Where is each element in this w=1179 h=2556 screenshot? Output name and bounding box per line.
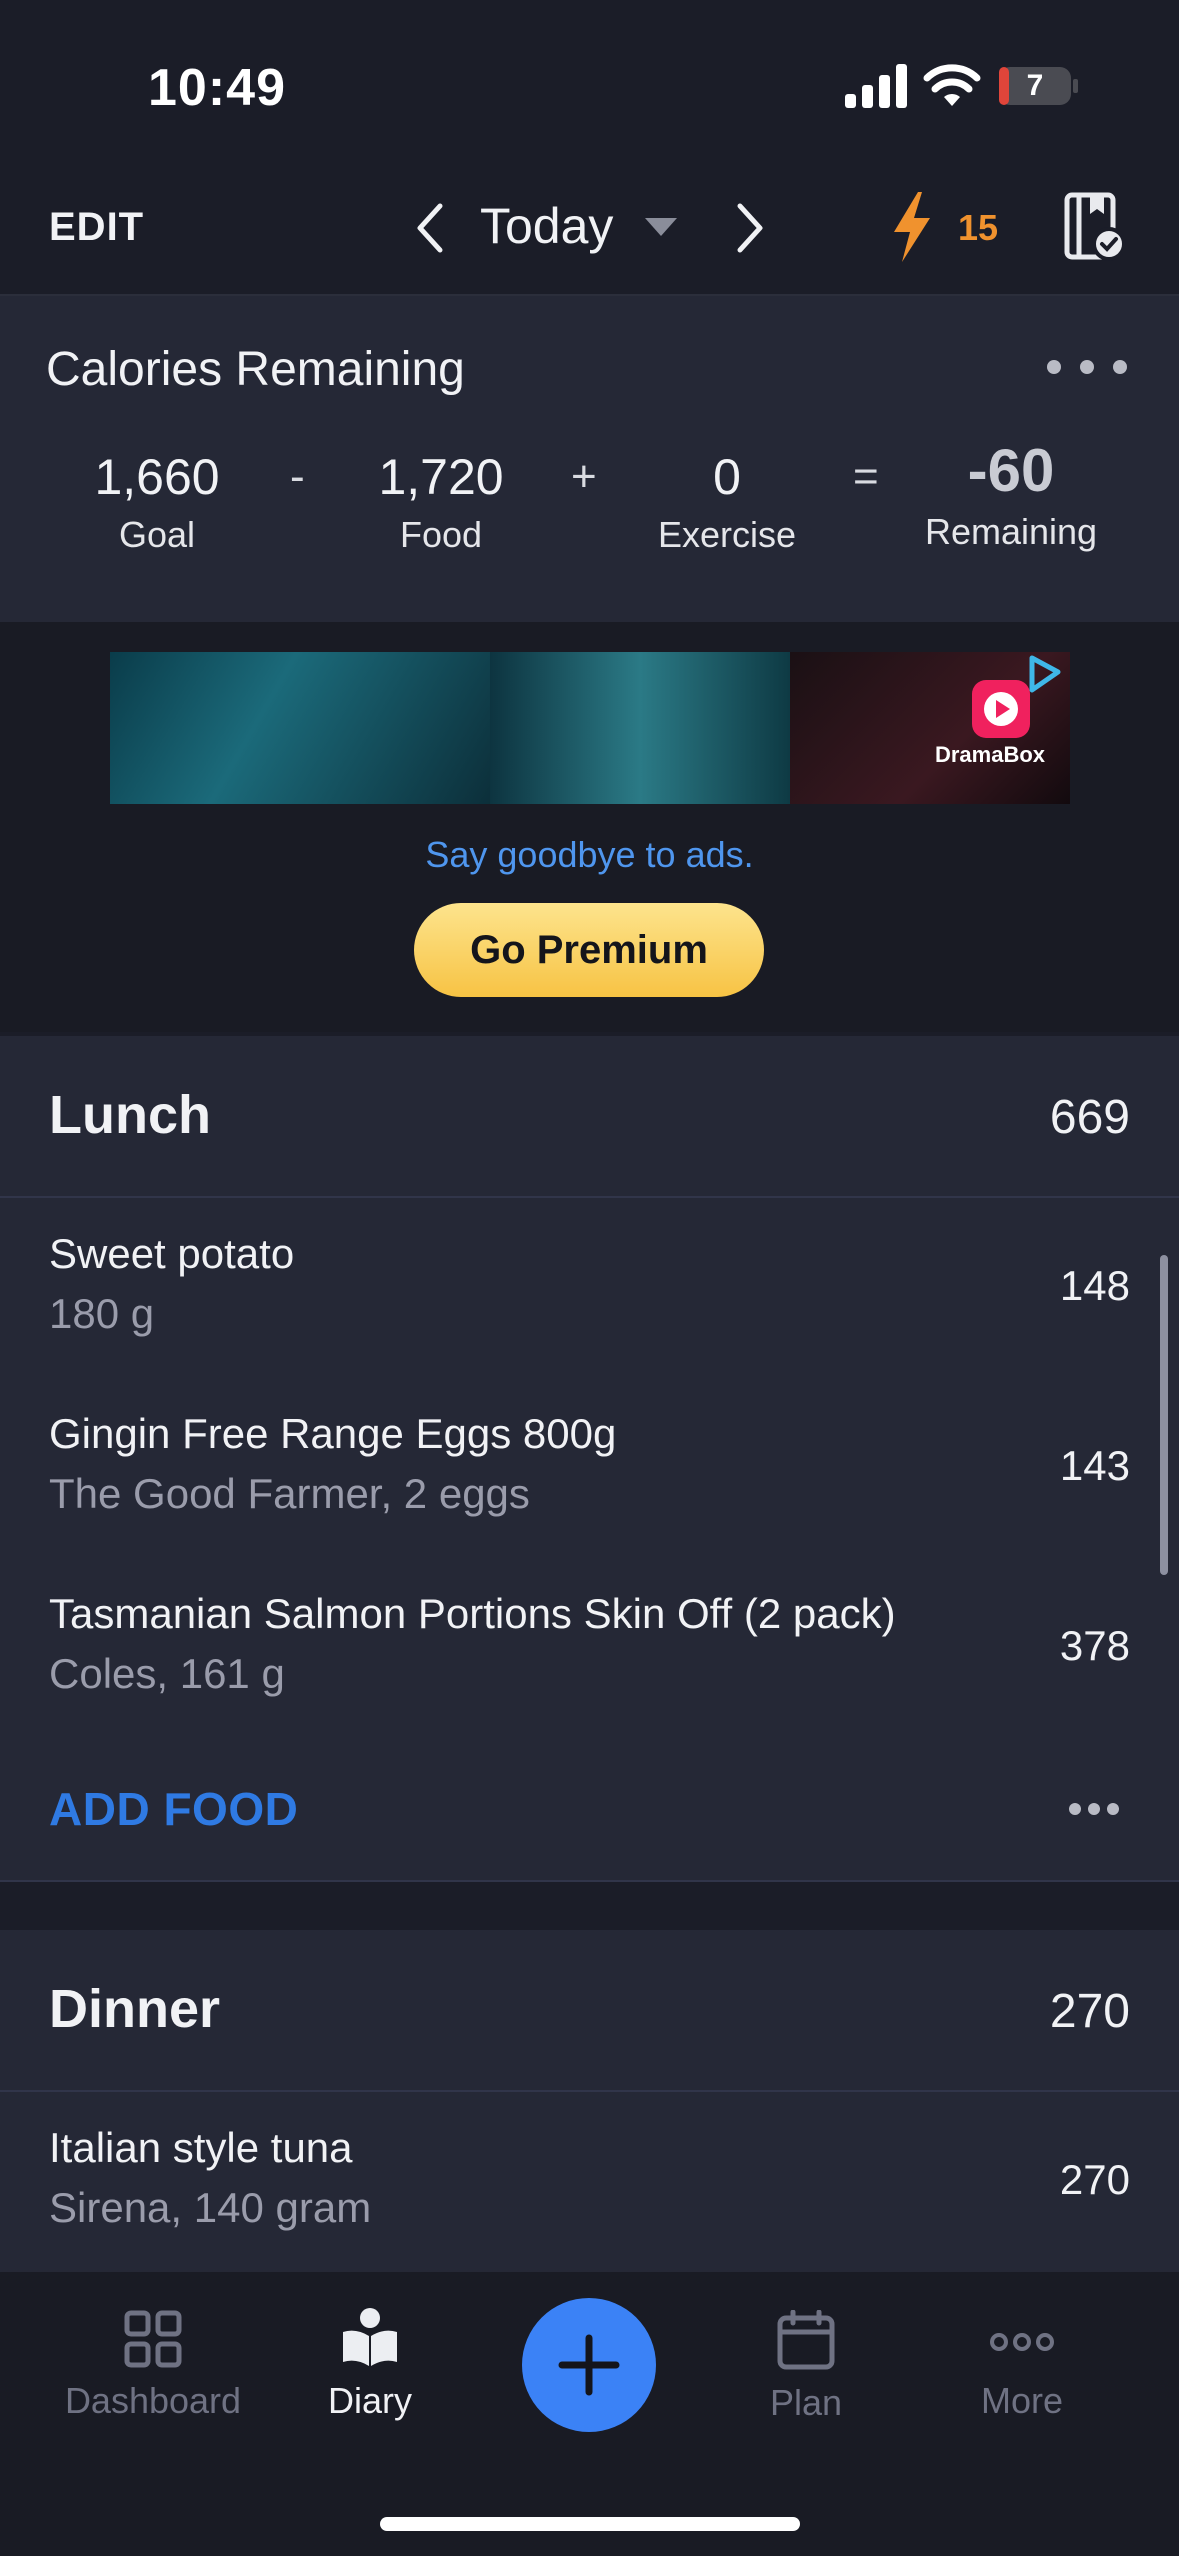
dinner-title: Dinner xyxy=(49,1979,221,2039)
food-detail: 180 g xyxy=(49,1290,155,1337)
diary-book-icon xyxy=(343,2308,397,2366)
minus-operator: - xyxy=(290,452,305,501)
lunch-header-divider xyxy=(0,1196,1179,1198)
edit-button[interactable]: EDIT xyxy=(49,205,144,250)
goal-value: 1,660 xyxy=(94,449,220,505)
streak-count[interactable]: 15 xyxy=(958,207,998,249)
food-row[interactable]: Gingin Free Range Eggs 800g The Good Far… xyxy=(0,1380,1179,1560)
food-detail: The Good Farmer, 2 eggs xyxy=(49,1470,530,1517)
food-calories: 270 xyxy=(1059,2156,1130,2203)
exercise-value: 0 xyxy=(713,449,741,505)
goal-label: Goal xyxy=(118,514,196,555)
food-value: 1,720 xyxy=(378,449,504,505)
ad-banner[interactable]: DramaBox xyxy=(110,652,1070,804)
food-name: Sweet potato xyxy=(49,1230,295,1277)
go-premium-button[interactable]: Go Premium xyxy=(414,903,764,997)
food-row[interactable]: Tasmanian Salmon Portions Skin Off (2 pa… xyxy=(0,1560,1179,1740)
food-label: Food xyxy=(399,514,483,555)
scrollbar[interactable] xyxy=(1160,1255,1168,1575)
plus-icon xyxy=(558,2334,620,2396)
calendar-icon xyxy=(777,2310,835,2370)
more-options-icon[interactable] xyxy=(1068,1802,1120,1816)
dinner-total-calories: 270 xyxy=(1049,1985,1130,2038)
tab-label: Dashboard xyxy=(64,2380,242,2421)
tab-label: Diary xyxy=(327,2380,412,2421)
lunch-title: Lunch xyxy=(49,1085,211,1145)
home-indicator[interactable] xyxy=(380,2517,800,2531)
food-detail: Sirena, 140 gram xyxy=(49,2184,372,2231)
calories-food: 1,720 Food xyxy=(331,448,551,556)
tab-diary[interactable]: Diary xyxy=(260,2306,480,2422)
caret-down-icon[interactable] xyxy=(643,216,679,238)
tab-label: Plan xyxy=(769,2382,843,2423)
lunch-total-calories: 669 xyxy=(1049,1091,1130,1144)
more-dots-icon xyxy=(990,2333,1054,2351)
previous-day-chevron-icon[interactable] xyxy=(410,200,450,256)
date-selector[interactable]: Today xyxy=(480,197,613,255)
calories-remaining-title: Calories Remaining xyxy=(46,343,465,396)
ad-image-left xyxy=(110,652,490,804)
equals-operator: = xyxy=(853,452,879,501)
food-calories: 143 xyxy=(1059,1442,1130,1489)
wifi-icon xyxy=(923,64,981,106)
streak-bolt-icon[interactable] xyxy=(890,192,934,262)
more-options-icon[interactable] xyxy=(1045,358,1129,376)
food-calories: 148 xyxy=(1059,1262,1130,1309)
calories-remaining: -60 Remaining xyxy=(901,436,1121,553)
next-day-chevron-icon[interactable] xyxy=(730,200,770,256)
status-time: 10:49 xyxy=(148,59,286,117)
tab-plan[interactable]: Plan xyxy=(696,2310,916,2424)
cellular-signal-icon xyxy=(845,64,907,108)
exercise-label: Exercise xyxy=(657,514,797,555)
food-detail: Coles, 161 g xyxy=(49,1650,285,1697)
dashboard-grid-icon xyxy=(124,2310,182,2368)
battery-icon: 7 xyxy=(998,66,1078,106)
remove-ads-text[interactable]: Say goodbye to ads. xyxy=(0,834,1179,876)
ad-brand-name: DramaBox xyxy=(934,742,1046,767)
tab-more[interactable]: More xyxy=(912,2310,1132,2422)
calories-exercise: 0 Exercise xyxy=(617,448,837,556)
logbook-check-icon[interactable] xyxy=(1064,192,1126,262)
battery-level: 7 xyxy=(1026,69,1044,102)
food-calories: 378 xyxy=(1059,1622,1130,1669)
add-entry-button[interactable] xyxy=(522,2298,656,2432)
add-food-button[interactable]: ADD FOOD xyxy=(49,1782,298,1836)
ad-choices-icon[interactable] xyxy=(1022,654,1066,696)
calories-goal: 1,660 Goal xyxy=(47,448,267,556)
remaining-value: -60 xyxy=(967,437,1055,504)
food-name: Italian style tuna xyxy=(49,2124,353,2171)
food-row[interactable]: Sweet potato 180 g 148 xyxy=(0,1200,1179,1380)
section-divider xyxy=(0,1880,1179,1882)
plus-operator: + xyxy=(571,452,597,501)
food-name: Gingin Free Range Eggs 800g xyxy=(49,1410,617,1457)
remaining-label: Remaining xyxy=(924,511,1098,552)
tab-label: More xyxy=(980,2380,1064,2421)
tab-dashboard[interactable]: Dashboard xyxy=(43,2310,263,2422)
dinner-header-divider xyxy=(0,2090,1179,2092)
food-row[interactable]: Italian style tuna Sirena, 140 gram 270 xyxy=(0,2094,1179,2272)
ad-image-center xyxy=(490,652,790,804)
food-name: Tasmanian Salmon Portions Skin Off (2 pa… xyxy=(49,1590,896,1637)
